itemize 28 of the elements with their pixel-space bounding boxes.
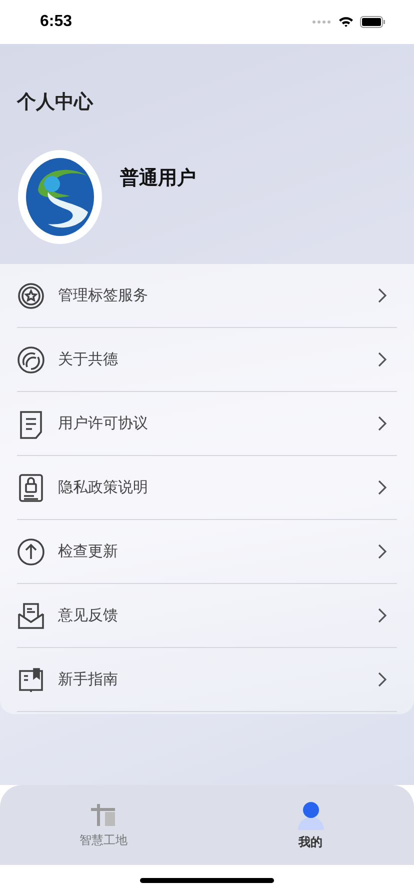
chevron-icon xyxy=(378,416,387,431)
chevron-icon xyxy=(378,352,387,367)
envelope-icon xyxy=(17,600,45,630)
page-title: 个人中心 xyxy=(17,90,94,115)
menu-item[interactable]: 用户许可协议 xyxy=(17,392,397,456)
menu-item[interactable]: 关于共德 xyxy=(17,328,397,392)
chevron-icon xyxy=(378,544,387,559)
battery-icon xyxy=(360,16,386,28)
status-time: 6:53 xyxy=(40,13,72,31)
document-icon xyxy=(17,408,45,438)
menu-item[interactable]: 新手指南 xyxy=(17,648,397,712)
upload-icon xyxy=(17,536,45,566)
person-icon xyxy=(296,800,326,830)
menu-item[interactable]: 检查更新 xyxy=(17,520,397,584)
menu-item[interactable]: 意见反馈 xyxy=(17,584,397,648)
menu-item[interactable]: 隐私政策说明 xyxy=(17,456,397,520)
chevron-icon xyxy=(378,672,387,687)
swirl-icon xyxy=(17,344,45,374)
signal-icon xyxy=(312,20,332,24)
crane-icon xyxy=(90,802,116,828)
chevron-icon xyxy=(378,480,387,495)
chevron-icon xyxy=(378,608,387,623)
menu-item[interactable]: 管理标签服务 xyxy=(17,264,397,328)
chevron-icon xyxy=(378,288,387,303)
tab[interactable]: 我的 xyxy=(250,800,370,850)
user-name: 普通用户 xyxy=(120,166,196,191)
lock-icon xyxy=(17,472,45,502)
wifi-icon xyxy=(338,16,354,28)
